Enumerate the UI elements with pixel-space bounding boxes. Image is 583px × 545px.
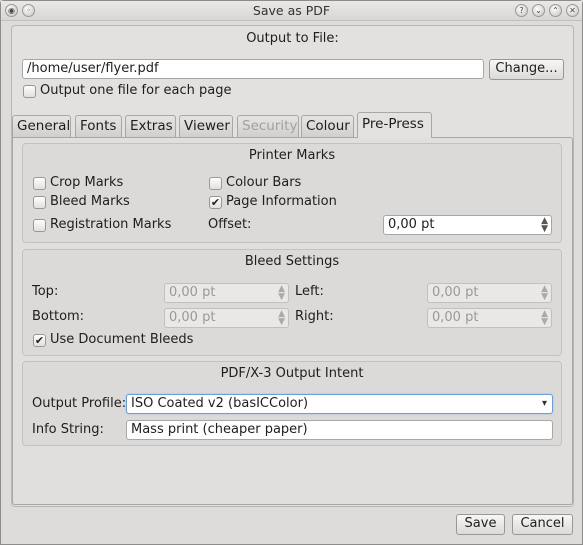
bleed-bottom-spinbox: 0,00 pt ▲ ▼ [164, 308, 289, 328]
bleed-marks-label[interactable]: Bleed Marks [50, 194, 130, 209]
file-path-value: /home/user/flyer.pdf [27, 61, 159, 76]
file-path-field[interactable]: /home/user/flyer.pdf [22, 59, 484, 79]
output-profile-select[interactable]: ISO Coated v2 (basICColor) ▾ [126, 394, 553, 414]
maximize-icon[interactable]: ⌃ [549, 4, 562, 17]
tab-viewer[interactable]: Viewer [179, 115, 233, 137]
bleed-marks-checkbox[interactable] [33, 196, 46, 209]
info-string-label: Info String: [32, 422, 104, 437]
bleed-left-value: 0,00 pt [432, 285, 479, 300]
registration-marks-checkbox[interactable] [33, 219, 46, 232]
offset-spinbox[interactable]: 0,00 pt ▲ ▼ [383, 215, 552, 235]
bleed-settings-title: Bleed Settings [244, 254, 340, 269]
page-information-checkbox[interactable]: ✔ [209, 196, 222, 209]
title-bar[interactable]: ◉ ◦ Save as PDF ? ⌄ ⌃ ✕ [1, 1, 582, 21]
use-document-bleeds-checkbox[interactable]: ✔ [33, 334, 46, 347]
page-information-label[interactable]: Page Information [226, 194, 337, 209]
spin-arrows-icon: ▲ ▼ [541, 284, 548, 302]
spin-arrows-icon: ▲ ▼ [541, 309, 548, 327]
one-file-per-page-checkbox[interactable] [23, 85, 36, 98]
bleed-top-spinbox: 0,00 pt ▲ ▼ [164, 283, 289, 303]
output-intent-title: PDF/X-3 Output Intent [220, 366, 364, 381]
tab-security: Security [237, 115, 299, 137]
chevron-down-icon[interactable]: ▾ [542, 396, 547, 412]
offset-value: 0,00 pt [388, 217, 435, 232]
bleed-right-spinbox: 0,00 pt ▲ ▼ [427, 308, 552, 328]
crop-marks-checkbox[interactable] [33, 177, 46, 190]
save-button[interactable]: Save [456, 514, 505, 535]
check-icon: ✔ [34, 334, 45, 347]
save-as-pdf-dialog: ◉ ◦ Save as PDF ? ⌄ ⌃ ✕ Output to File: … [0, 0, 583, 545]
use-document-bleeds-label[interactable]: Use Document Bleeds [50, 332, 193, 347]
tab-colour[interactable]: Colour [301, 115, 354, 137]
window-title: Save as PDF [252, 3, 331, 18]
info-string-field[interactable]: Mass print (cheaper paper) [126, 420, 553, 440]
bleed-top-value: 0,00 pt [169, 285, 216, 300]
tab-extras[interactable]: Extras [125, 115, 176, 137]
close-icon[interactable]: ✕ [566, 4, 579, 17]
colour-bars-label[interactable]: Colour Bars [226, 175, 301, 190]
colour-bars-checkbox[interactable] [209, 177, 222, 190]
registration-marks-label[interactable]: Registration Marks [50, 217, 171, 232]
spin-arrows-icon[interactable]: ▲ ▼ [541, 217, 548, 234]
bleed-right-label: Right: [295, 309, 334, 324]
spin-arrows-icon: ▲ ▼ [278, 309, 285, 327]
check-icon: ✔ [210, 196, 221, 209]
bleed-top-label: Top: [32, 284, 59, 299]
info-string-value: Mass print (cheaper paper) [131, 422, 308, 437]
bleed-bottom-value: 0,00 pt [169, 310, 216, 325]
offset-label: Offset: [208, 217, 252, 232]
tab-pre-press[interactable]: Pre-Press [357, 112, 432, 138]
help-icon[interactable]: ? [515, 4, 528, 17]
minimize-icon[interactable]: ⌄ [532, 4, 545, 17]
bleed-left-spinbox: 0,00 pt ▲ ▼ [427, 283, 552, 303]
crop-marks-label[interactable]: Crop Marks [50, 175, 123, 190]
output-profile-label: Output Profile: [32, 396, 127, 411]
one-file-per-page-label[interactable]: Output one file for each page [40, 83, 232, 98]
tab-fonts[interactable]: Fonts [75, 115, 122, 137]
output-heading: Output to File: [246, 31, 339, 46]
change-button[interactable]: Change... [489, 59, 564, 80]
output-profile-value: ISO Coated v2 (basICColor) [131, 396, 309, 411]
tab-general[interactable]: General [12, 115, 71, 137]
cancel-button[interactable]: Cancel [512, 514, 573, 535]
spin-arrows-icon: ▲ ▼ [278, 284, 285, 302]
bleed-left-label: Left: [295, 284, 324, 299]
bleed-bottom-label: Bottom: [32, 309, 85, 324]
printer-marks-title: Printer Marks [248, 148, 336, 163]
bleed-right-value: 0,00 pt [432, 310, 479, 325]
